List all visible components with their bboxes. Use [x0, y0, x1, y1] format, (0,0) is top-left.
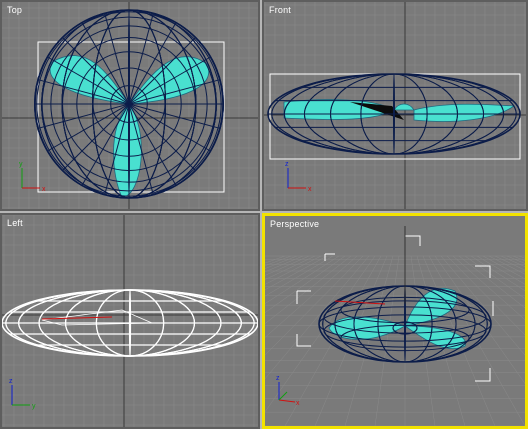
sphere-wireframe-left — [2, 289, 258, 357]
viewport-label-perspective[interactable]: Perspective — [270, 219, 319, 229]
max-quad-viewports: y x Top z x Front z y Left z x Perspecti… — [0, 0, 528, 429]
viewport-top[interactable]: y x Top — [0, 0, 260, 211]
sphere-wireframe-top — [34, 9, 224, 199]
viewport-front[interactable]: z x Front — [262, 0, 528, 211]
sphere-wireframe-front — [267, 73, 521, 155]
viewport-label-front[interactable]: Front — [269, 5, 291, 15]
left-view-canvas: z y — [2, 215, 258, 427]
svg-text:y: y — [32, 403, 36, 410]
viewport-perspective[interactable]: z x Perspective — [262, 213, 528, 429]
top-view-canvas: y x — [2, 2, 258, 209]
svg-text:y: y — [19, 161, 23, 168]
axis-line-red — [41, 316, 113, 320]
svg-text:z: z — [9, 378, 13, 385]
svg-text:z: z — [285, 161, 289, 168]
axis-tripod-left: z y — [9, 378, 36, 410]
perspective-view-canvas: z x — [265, 226, 525, 426]
viewport-label-top[interactable]: Top — [7, 5, 22, 15]
axis-tripod-front: z x — [285, 161, 312, 193]
viewport-left[interactable]: z y Left — [0, 213, 260, 429]
viewport-label-left[interactable]: Left — [7, 218, 23, 228]
svg-text:z: z — [276, 375, 280, 382]
svg-text:x: x — [296, 400, 300, 407]
svg-text:x: x — [42, 186, 46, 193]
svg-text:x: x — [308, 186, 312, 193]
front-view-canvas: z x — [264, 2, 526, 209]
axis-tripod-top: y x — [19, 161, 46, 193]
